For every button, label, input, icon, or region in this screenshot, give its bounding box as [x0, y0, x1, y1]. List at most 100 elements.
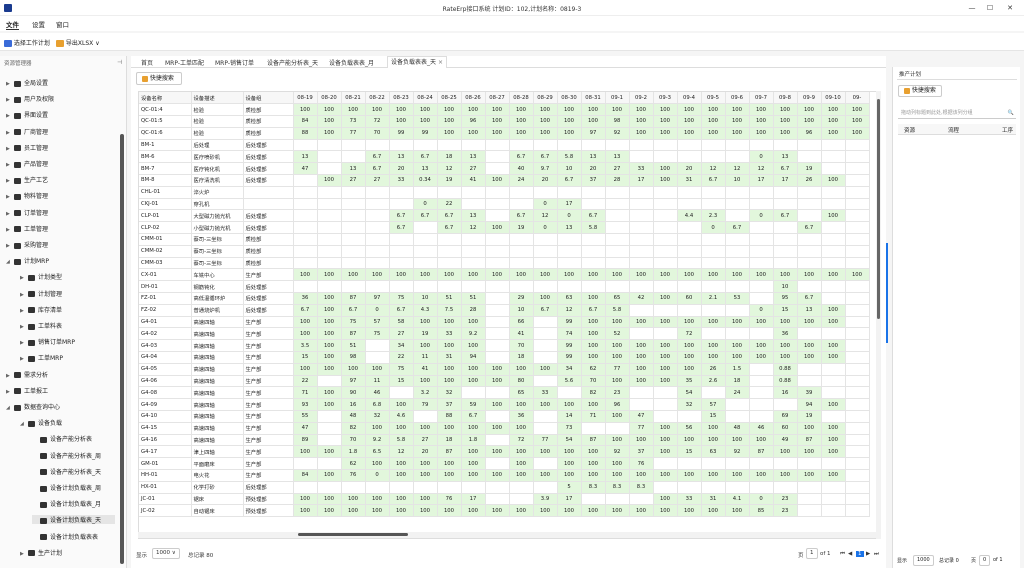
grid-cell[interactable]: 6.7	[773, 209, 798, 223]
grid-cell[interactable]	[701, 457, 726, 470]
grid-cell[interactable]: 0	[749, 150, 774, 164]
grid-cell[interactable]	[773, 198, 798, 211]
grid-cell[interactable]: 100	[653, 375, 678, 388]
date-header[interactable]: 09-8	[773, 92, 798, 105]
grid-cell[interactable]: 37	[629, 445, 654, 459]
grid-cell[interactable]: 0	[749, 304, 774, 317]
grid-cell[interactable]: 100	[485, 127, 510, 140]
grid-cell[interactable]: G4-09	[139, 398, 192, 412]
grid-cell[interactable]	[389, 245, 414, 258]
grid-cell[interactable]	[557, 186, 582, 199]
grid-cell[interactable]: 钢筋钝化	[191, 280, 244, 294]
grid-cell[interactable]	[485, 150, 510, 164]
grid-cell[interactable]	[701, 233, 726, 246]
grid-cell[interactable]	[437, 245, 462, 258]
sidebar-item[interactable]: ◢ 数据查询中心	[6, 402, 115, 411]
grid-cell[interactable]: 100	[509, 115, 534, 128]
grid-cell[interactable]: 100	[509, 504, 534, 518]
grid-cell[interactable]: 100	[629, 469, 654, 482]
grid-cell[interactable]	[749, 221, 774, 235]
grid-cell[interactable]: 100	[461, 339, 486, 353]
grid-cell[interactable]: 100	[533, 469, 558, 482]
grid-cell[interactable]	[725, 198, 750, 211]
grid-cell[interactable]	[317, 257, 342, 270]
grid-cell[interactable]	[821, 162, 846, 176]
grid-cell[interactable]	[533, 422, 558, 435]
table-row[interactable]: CMM-01 蔡司-三坐标 质检部	[139, 233, 870, 246]
grid-cell[interactable]: 6.7	[293, 304, 318, 317]
grid-cell[interactable]: 74	[557, 327, 582, 341]
grid-cell[interactable]: 33	[533, 386, 558, 400]
grid-cell[interactable]	[317, 457, 342, 470]
grid-cell[interactable]: 75	[389, 292, 414, 305]
grid-cell[interactable]: 9.2	[365, 434, 390, 447]
grid-cell[interactable]: 100	[509, 469, 534, 482]
table-row[interactable]: CLP-02 小型磁力抛光机 后处理部 6.7 6.7 12 100 19 0 13 5.8 0 6.7…	[139, 221, 870, 235]
grid-cell[interactable]	[341, 221, 366, 235]
grid-cell[interactable]	[461, 186, 486, 199]
grid-cell[interactable]	[629, 150, 654, 164]
grid-cell[interactable]: 100	[749, 127, 774, 140]
grid-cell[interactable]: 18	[437, 150, 462, 164]
grid-cell[interactable]: 100	[437, 339, 462, 353]
grid-cell[interactable]: 76	[629, 457, 654, 470]
grid-cell[interactable]: 1.5	[725, 363, 750, 376]
grid-cell[interactable]: CMM-02	[139, 245, 192, 258]
grid-cell[interactable]	[749, 186, 774, 199]
grid-cell[interactable]	[821, 493, 846, 506]
grid-cell[interactable]: 36	[773, 327, 798, 341]
grid-cell[interactable]: 77	[605, 363, 630, 376]
grid-cell[interactable]: 10	[725, 174, 750, 187]
grid-cell[interactable]: 生产部	[243, 363, 294, 376]
grid-cell[interactable]: G4-06	[139, 375, 192, 388]
grid-cell[interactable]	[749, 457, 774, 470]
grid-cell[interactable]	[797, 375, 822, 388]
grid-cell[interactable]: 100	[581, 115, 606, 128]
grid-cell[interactable]	[701, 257, 726, 270]
grid-cell[interactable]: 94	[461, 351, 486, 364]
grid-cell[interactable]: 100	[317, 363, 342, 376]
grid-cell[interactable]: 生产部	[243, 327, 294, 341]
grid-cell[interactable]: 0	[749, 209, 774, 223]
chevron-right-icon[interactable]: ▶	[20, 324, 28, 330]
table-row[interactable]: JC-01 锯床 预处理部 100 100 100 100 100 100 76 17 3.9 17 10…	[139, 493, 870, 506]
grid-cell[interactable]: 高速四轴	[191, 422, 244, 435]
grid-cell[interactable]: 100	[821, 304, 846, 317]
grid-cell[interactable]	[317, 162, 342, 176]
grid-cell[interactable]: 100	[581, 339, 606, 353]
grid-cell[interactable]: 6.7	[389, 221, 414, 235]
right-page-size[interactable]: 1000	[913, 555, 934, 566]
table-row[interactable]: CKJ-01 穿孔机 0 22 0 17	[139, 198, 870, 211]
grid-cell[interactable]	[845, 198, 870, 211]
grid-cell[interactable]	[461, 245, 486, 258]
table-row[interactable]: G4-06 高速四轴 生产部 22 97 11 15 100 100 100 100 80 5.6 70 1…	[139, 375, 870, 388]
grid-header[interactable]: 设备描述	[191, 92, 244, 105]
grid-cell[interactable]: 100	[749, 339, 774, 353]
grid-cell[interactable]	[293, 174, 318, 187]
grid-cell[interactable]: 100	[317, 127, 342, 140]
grid-cell[interactable]: 质检部	[243, 127, 294, 140]
grid-cell[interactable]: 100	[773, 339, 798, 353]
grid-cell[interactable]: 9.7	[533, 162, 558, 176]
grid-cell[interactable]: 100	[509, 422, 534, 435]
grid-cell[interactable]: 62	[581, 363, 606, 376]
grid-cell[interactable]: 100	[725, 268, 750, 282]
grid-cell[interactable]	[845, 469, 870, 482]
grid-cell[interactable]: 100	[437, 115, 462, 128]
date-header[interactable]: 09-5	[701, 92, 726, 105]
grid-cell[interactable]	[821, 198, 846, 211]
grid-cell[interactable]: 65	[605, 292, 630, 305]
grid-cell[interactable]: 4.3	[413, 304, 438, 317]
grid-cell[interactable]: 100	[509, 398, 534, 412]
table-row[interactable]: G4-17 津上四轴 生产部 100 100 1.8 6.5 12 20 87 100 100 100 1…	[139, 445, 870, 459]
grid-cell[interactable]: 100	[725, 127, 750, 140]
grid-cell[interactable]: 高速四轴	[191, 316, 244, 329]
chevron-right-icon[interactable]: ▶	[6, 178, 14, 184]
grid-cell[interactable]: 100	[557, 103, 582, 117]
grid-cell[interactable]: 100	[725, 339, 750, 353]
sidebar-item[interactable]: ▶ 员工管理	[6, 143, 115, 152]
grid-cell[interactable]: 100	[365, 103, 390, 117]
grid-cell[interactable]: 12	[701, 162, 726, 176]
grid-cell[interactable]: 100	[461, 469, 486, 482]
grid-cell[interactable]: 6.7	[797, 221, 822, 235]
